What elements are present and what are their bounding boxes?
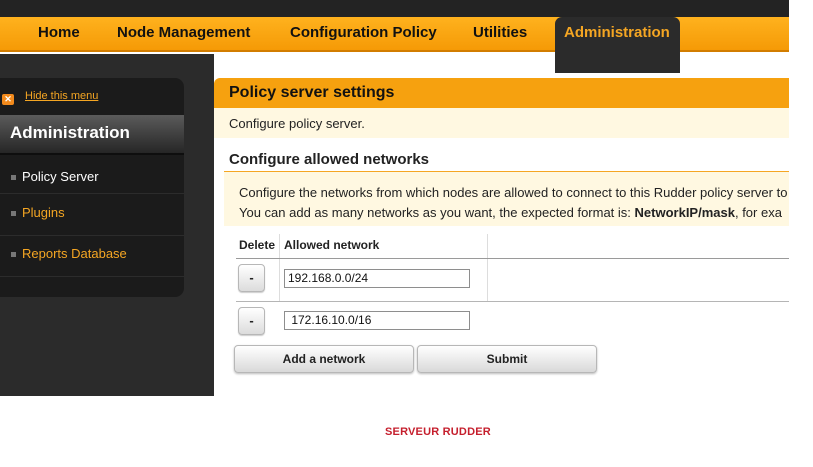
delete-network-button[interactable]: - bbox=[238, 307, 265, 335]
bullet-icon bbox=[11, 211, 16, 216]
hide-menu-link[interactable]: Hide this menu bbox=[25, 90, 98, 102]
sidebar-item-plugins[interactable]: Plugins bbox=[0, 195, 184, 236]
section-title: Configure allowed networks bbox=[229, 151, 430, 168]
close-icon: ✕ bbox=[2, 94, 14, 105]
nav-item-configuration-policy[interactable]: Configuration Policy bbox=[290, 24, 437, 41]
panel-title: Policy server settings bbox=[229, 84, 395, 101]
table-divider bbox=[487, 234, 488, 302]
info-line-1: Configure the networks from which nodes … bbox=[239, 185, 788, 200]
sidebar-header: Administration bbox=[0, 115, 184, 155]
nav-item-administration-label: Administration bbox=[564, 24, 670, 41]
bullet-icon bbox=[11, 252, 16, 257]
network-input[interactable]: 192.168.0.0/24 bbox=[284, 269, 470, 288]
sidebar-item-reports-database[interactable]: Reports Database bbox=[0, 236, 184, 277]
sidebar-item-policy-server[interactable]: Policy Server bbox=[0, 158, 184, 194]
table-row-rule bbox=[236, 301, 789, 302]
footer-label: SERVEUR RUDDER bbox=[385, 426, 491, 438]
nav-item-home[interactable]: Home bbox=[38, 24, 80, 41]
info-line-2: You can add as many networks as you want… bbox=[239, 205, 782, 220]
sidebar-item-label: Policy Server bbox=[22, 169, 99, 184]
info-box: Configure the networks from which nodes … bbox=[224, 172, 789, 226]
panel-header: Policy server settings bbox=[214, 78, 789, 108]
info-line-2-prefix: You can add as many networks as you want… bbox=[239, 205, 635, 220]
add-network-button[interactable]: Add a network bbox=[234, 345, 414, 373]
format-example: NetworkIP/mask bbox=[634, 205, 735, 220]
sidebar-title: Administration bbox=[10, 123, 130, 142]
nav-item-administration[interactable]: Administration bbox=[555, 17, 680, 73]
nav-item-utilities[interactable]: Utilities bbox=[473, 24, 527, 41]
network-input[interactable]: 172.16.10.0/16 bbox=[284, 311, 470, 330]
panel-subtitle: Configure policy server. bbox=[229, 116, 365, 131]
info-line-2-suffix: , for exa bbox=[734, 205, 782, 220]
nav-item-node-management[interactable]: Node Management bbox=[117, 24, 250, 41]
app-window: Home Node Management Configuration Polic… bbox=[0, 0, 813, 467]
delete-network-button[interactable]: - bbox=[238, 264, 265, 292]
column-header-network: Allowed network bbox=[284, 238, 380, 252]
panel-description: Configure policy server. bbox=[214, 108, 789, 138]
sidebar-item-label: Reports Database bbox=[22, 246, 127, 261]
submit-button[interactable]: Submit bbox=[417, 345, 597, 373]
sidebar-item-label: Plugins bbox=[22, 205, 65, 220]
table-divider bbox=[279, 234, 280, 302]
table-header-rule bbox=[236, 258, 789, 259]
column-header-delete: Delete bbox=[239, 238, 276, 252]
bullet-icon bbox=[11, 175, 16, 180]
top-bar bbox=[0, 0, 789, 17]
